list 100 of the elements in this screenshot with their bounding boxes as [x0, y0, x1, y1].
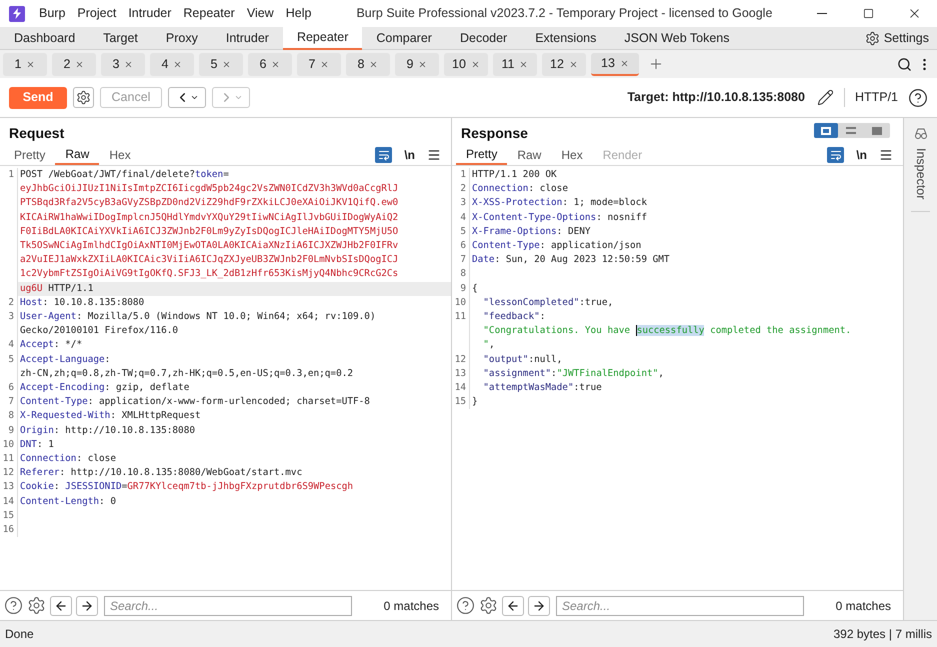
- main-tab[interactable]: Decoder: [446, 26, 522, 50]
- options-button[interactable]: [73, 87, 94, 108]
- code-text: "output": [482, 354, 528, 365]
- close-icon[interactable]: [173, 60, 182, 68]
- code-text: "feedback": [482, 311, 540, 322]
- forward-button[interactable]: [76, 596, 98, 616]
- request-tab[interactable]: 9: [395, 52, 439, 76]
- request-tab[interactable]: 12: [542, 52, 586, 76]
- help-icon[interactable]: [456, 596, 475, 615]
- forward-button[interactable]: [528, 596, 550, 616]
- newline-toggle[interactable]: \n: [856, 146, 867, 164]
- settings-icon: [76, 90, 91, 105]
- minimize-icon: [817, 13, 827, 14]
- editor-tab[interactable]: Pretty: [4, 144, 56, 165]
- close-icon[interactable]: [320, 60, 330, 68]
- settings-button[interactable]: Settings: [864, 28, 929, 48]
- line-number: 3: [460, 197, 466, 208]
- menu-icon[interactable]: [879, 148, 893, 162]
- search-icon[interactable]: [897, 56, 912, 72]
- request-tab[interactable]: 13: [591, 52, 639, 76]
- request-tab[interactable]: 7: [297, 52, 341, 76]
- main-tab[interactable]: Intruder: [212, 26, 283, 50]
- main-tab[interactable]: Target: [89, 26, 152, 50]
- line-number: 2: [8, 296, 14, 308]
- main-tab[interactable]: Extensions: [521, 26, 610, 50]
- search-field[interactable]: Search...: [556, 596, 804, 616]
- code-text: POST /WebGoat/JWT/final/delete?: [20, 169, 195, 180]
- line-number: 8: [8, 410, 14, 422]
- code-text: Accept: [20, 339, 54, 350]
- help-icon[interactable]: [4, 596, 23, 615]
- close-icon[interactable]: [124, 60, 134, 68]
- code-text: GR77KYlceqm7tb-jJhbgFXzprutdbr6S9WPescgh: [127, 481, 354, 492]
- close-icon[interactable]: [271, 60, 280, 68]
- maximize-icon: [862, 8, 874, 19]
- request-tab[interactable]: 4: [150, 52, 194, 76]
- search-field[interactable]: Search...: [104, 596, 352, 616]
- line-number: 5: [8, 354, 14, 365]
- wrap-icon[interactable]: [375, 146, 392, 162]
- close-icon[interactable]: [26, 60, 36, 68]
- request-tab[interactable]: 1: [3, 52, 47, 76]
- editor-tab[interactable]: Hex: [99, 144, 141, 165]
- code-text: "Congratulations. You have: [482, 325, 632, 336]
- back-button[interactable]: [502, 596, 524, 616]
- main-tab[interactable]: Repeater: [282, 26, 362, 50]
- request-tab[interactable]: 5: [199, 52, 243, 76]
- line-number: 13: [2, 481, 14, 492]
- editor-tab[interactable]: Hex: [551, 144, 593, 165]
- menu-item[interactable]: Project: [72, 4, 122, 23]
- code-text: : application/x-www-form-urlencoded; charset=UTF-8: [88, 396, 370, 408]
- menu-item[interactable]: Intruder: [123, 4, 176, 23]
- menu-icon[interactable]: [427, 148, 441, 162]
- settings-icon[interactable]: [479, 596, 498, 615]
- code-text: :: [104, 354, 110, 365]
- back-history-button[interactable]: [168, 87, 206, 108]
- code-text: Content-Length: [20, 496, 100, 507]
- request-tab[interactable]: 11: [493, 52, 537, 76]
- code-text: Date: [472, 254, 495, 266]
- main-tab[interactable]: Proxy: [152, 26, 212, 50]
- close-icon[interactable]: [418, 60, 428, 68]
- line-number: 6: [460, 240, 466, 252]
- menu-item[interactable]: View: [242, 4, 279, 23]
- back-button[interactable]: [50, 596, 72, 616]
- panel-title: Request: [9, 124, 64, 143]
- close-icon[interactable]: [75, 60, 84, 68]
- newline-toggle[interactable]: \n: [404, 146, 415, 164]
- settings-icon[interactable]: [27, 596, 46, 615]
- menu-item[interactable]: Help: [280, 4, 316, 23]
- code-text: Host: [20, 296, 43, 308]
- line-number: 15: [2, 510, 14, 521]
- close-icon[interactable]: [222, 60, 232, 68]
- close-icon[interactable]: [568, 60, 578, 68]
- protocol-button[interactable]: HTTP/1: [844, 88, 898, 107]
- request-tab[interactable]: 3: [101, 52, 145, 76]
- main-tab[interactable]: Comparer: [362, 26, 446, 50]
- close-icon[interactable]: [620, 58, 629, 68]
- panel-title: Response: [461, 124, 528, 143]
- menu-item[interactable]: Burp: [34, 4, 70, 23]
- main-tab[interactable]: Dashboard: [0, 26, 90, 50]
- wrap-icon[interactable]: [827, 146, 844, 162]
- request-tab[interactable]: 2: [52, 52, 96, 76]
- inspector-icon[interactable]: [914, 128, 928, 140]
- close-icon[interactable]: [369, 60, 378, 68]
- line-number: 11: [454, 311, 466, 322]
- request-tab[interactable]: 6: [248, 52, 292, 76]
- code-text: F0IiBdLA0KICAiYXVkIiA6ICJ3ZWJnb2F0Lm9yZyIsDQogICJleHAiIDogMTY5MjU5O: [20, 226, 398, 237]
- close-icon[interactable]: [470, 60, 480, 68]
- main-tab[interactable]: JSON Web Tokens: [610, 26, 744, 50]
- edit-icon[interactable]: [816, 89, 834, 106]
- menu-item[interactable]: Repeater: [178, 4, 240, 23]
- add-tab-icon[interactable]: [648, 56, 664, 72]
- code-text: PTSBqd3Rfa2V5cyB3aGVyZSBpZD0nd2ViZ29hdF9rZXkiLCJ0eXAiOiJKV1QifQ.ew0: [20, 197, 398, 208]
- close-icon[interactable]: [519, 60, 528, 68]
- line-number: 11: [2, 453, 14, 464]
- help-icon[interactable]: [908, 88, 928, 108]
- inspector-tab[interactable]: Inspector: [911, 148, 930, 212]
- request-tab[interactable]: 10: [444, 52, 488, 76]
- request-tab[interactable]: 8: [346, 52, 390, 76]
- code-text: {: [472, 282, 478, 294]
- editor-tab[interactable]: Raw: [507, 144, 552, 165]
- layout-toggle[interactable]: [814, 123, 890, 138]
